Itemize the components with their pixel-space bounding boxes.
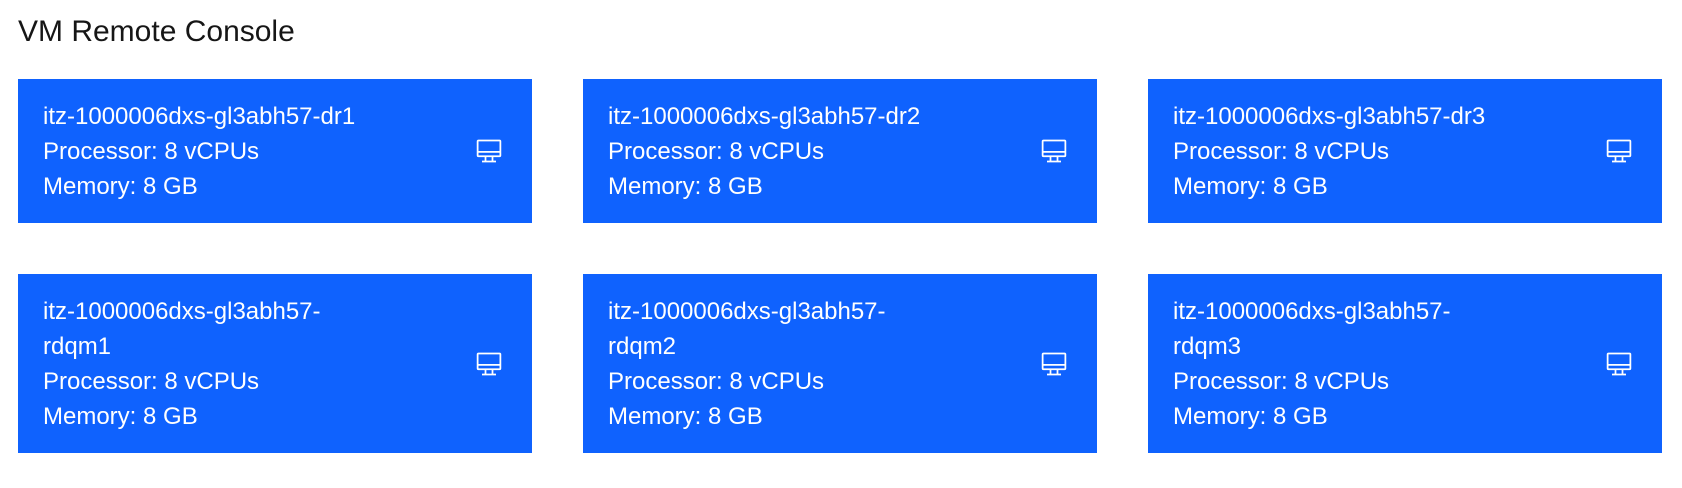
monitor-icon	[1041, 139, 1067, 163]
vm-memory: Memory: 8 GB	[43, 403, 198, 430]
vm-tile-rdqm3[interactable]: itz-1000006dxs-gl3abh57-rdqm3 Processor:…	[1148, 274, 1662, 453]
vm-tile-dr1[interactable]: itz-1000006dxs-gl3abh57-dr1 Processor: 8…	[18, 79, 532, 223]
vm-memory: Memory: 8 GB	[1173, 403, 1328, 430]
vm-tile-rdqm1[interactable]: itz-1000006dxs-gl3abh57-rdqm1 Processor:…	[18, 274, 532, 453]
monitor-icon	[476, 352, 502, 375]
monitor-icon	[1606, 139, 1632, 163]
monitor-icon	[476, 139, 502, 163]
vm-name: itz-1000006dxs-gl3abh57-rdqm1	[43, 298, 321, 360]
vm-processor: Processor: 8 vCPUs	[608, 138, 825, 165]
vm-name: itz-1000006dxs-gl3abh57-dr3	[1173, 103, 1486, 130]
monitor-icon	[1041, 352, 1067, 375]
monitor-icon	[1606, 352, 1632, 375]
vm-processor: Processor: 8 vCPUs	[43, 138, 260, 165]
page-title: VM Remote Console	[18, 15, 295, 48]
vm-memory: Memory: 8 GB	[1173, 173, 1328, 200]
vm-tile-dr3[interactable]: itz-1000006dxs-gl3abh57-dr3 Processor: 8…	[1148, 79, 1662, 223]
vm-processor: Processor: 8 vCPUs	[1173, 368, 1390, 395]
vm-name: itz-1000006dxs-gl3abh57-dr1	[43, 103, 356, 130]
vm-processor: Processor: 8 vCPUs	[608, 368, 825, 395]
vm-memory: Memory: 8 GB	[608, 403, 763, 430]
vm-memory: Memory: 8 GB	[43, 173, 198, 200]
vm-processor: Processor: 8 vCPUs	[1173, 138, 1390, 165]
vm-processor: Processor: 8 vCPUs	[43, 368, 260, 395]
vm-tile-dr2[interactable]: itz-1000006dxs-gl3abh57-dr2 Processor: 8…	[583, 79, 1097, 223]
vm-memory: Memory: 8 GB	[608, 173, 763, 200]
vm-name: itz-1000006dxs-gl3abh57-rdqm2	[608, 298, 886, 360]
vm-name: itz-1000006dxs-gl3abh57-dr2	[608, 103, 921, 130]
vm-name: itz-1000006dxs-gl3abh57-rdqm3	[1173, 298, 1451, 360]
vm-tile-rdqm2[interactable]: itz-1000006dxs-gl3abh57-rdqm2 Processor:…	[583, 274, 1097, 453]
